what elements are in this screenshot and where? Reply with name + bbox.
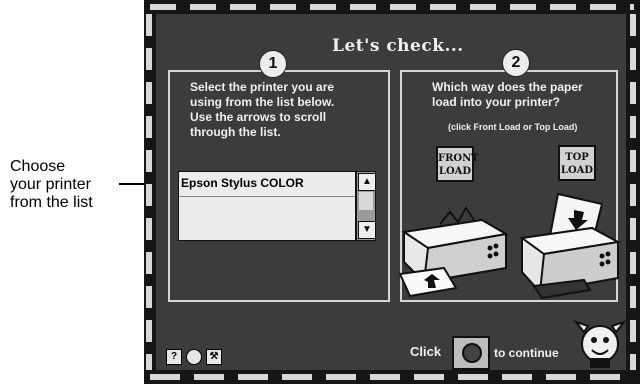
callout-line-2: your printer	[10, 176, 91, 193]
arrow-up-icon[interactable]: ▲	[358, 173, 376, 191]
top-load-label-2: LOAD	[560, 165, 594, 176]
step1-instruction-line: Use the arrows to scroll	[190, 110, 327, 124]
frame-border-bottom	[150, 374, 634, 380]
printer-list-scrollbar[interactable]: ▲ ▼	[356, 171, 376, 241]
front-load-label-1: FRONT	[438, 153, 479, 164]
printer-listbox[interactable]: Epson Stylus COLOR	[178, 171, 356, 241]
frame-border-right	[630, 14, 636, 370]
frame-border-top	[150, 4, 634, 10]
list-divider	[179, 196, 355, 197]
step1-instruction-line: through the list.	[190, 125, 281, 139]
callout-line-1: Choose	[10, 158, 66, 175]
wrench-icon[interactable]: ⚒	[206, 349, 222, 365]
callout-text: Choose your printer from the list	[10, 158, 140, 212]
front-load-label-2: LOAD	[438, 166, 472, 177]
step1-instructions: Select the printer you are using from th…	[190, 80, 380, 140]
step2-question-line: Which way does the paper	[432, 80, 583, 94]
mascot-icon	[573, 319, 627, 368]
scroll-thumb[interactable]	[359, 192, 373, 210]
top-load-button[interactable]: TOP LOAD	[558, 145, 596, 181]
front-load-button[interactable]: FRONT LOAD	[436, 146, 479, 182]
step2-question: Which way does the paper load into your …	[432, 80, 614, 110]
quit-icon[interactable]	[186, 349, 202, 365]
arrow-down-icon[interactable]: ▼	[358, 221, 376, 239]
step2-number-badge: 2	[502, 49, 530, 77]
dialog-title: Let's check...	[332, 36, 464, 56]
front-load-printer-icon[interactable]	[394, 190, 514, 300]
continue-label: to continue	[494, 346, 559, 360]
help-icon[interactable]: ?	[166, 349, 182, 365]
step2-question-line: load into your printer?	[432, 95, 560, 109]
click-label: Click	[410, 344, 442, 359]
step1-instruction-line: Select the printer you are	[190, 80, 335, 94]
continue-button[interactable]	[452, 336, 490, 370]
callout-line-3: from the list	[10, 194, 93, 211]
step1-instruction-line: using from the list below.	[190, 95, 335, 109]
top-load-label-1: TOP	[565, 152, 589, 163]
step1-number-badge: 1	[259, 50, 287, 78]
printer-list-item[interactable]: Epson Stylus COLOR	[181, 176, 304, 190]
step2-hint: (click Front Load or Top Load)	[448, 122, 578, 132]
top-load-printer-icon[interactable]	[514, 190, 624, 300]
continue-button-icon	[462, 343, 482, 363]
frame-border-left	[146, 14, 152, 370]
